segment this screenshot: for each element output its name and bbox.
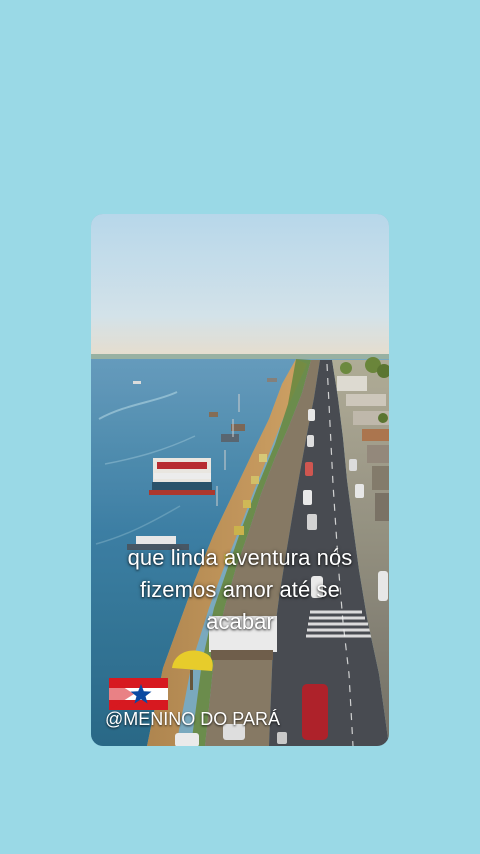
caption-line-2: fizemos amor até se	[140, 577, 340, 602]
creator-handle: @MENINO DO PARÁ	[105, 709, 280, 729]
aerial-riverside-photo	[91, 214, 389, 746]
caption-line-3: acabar	[206, 609, 274, 634]
caption-line-1: que linda aventura nós	[127, 545, 353, 570]
video-caption: que linda aventura nós fizemos amor até …	[91, 542, 389, 638]
para-state-flag-icon	[109, 678, 168, 710]
photo-card: que linda aventura nós fizemos amor até …	[91, 214, 389, 746]
